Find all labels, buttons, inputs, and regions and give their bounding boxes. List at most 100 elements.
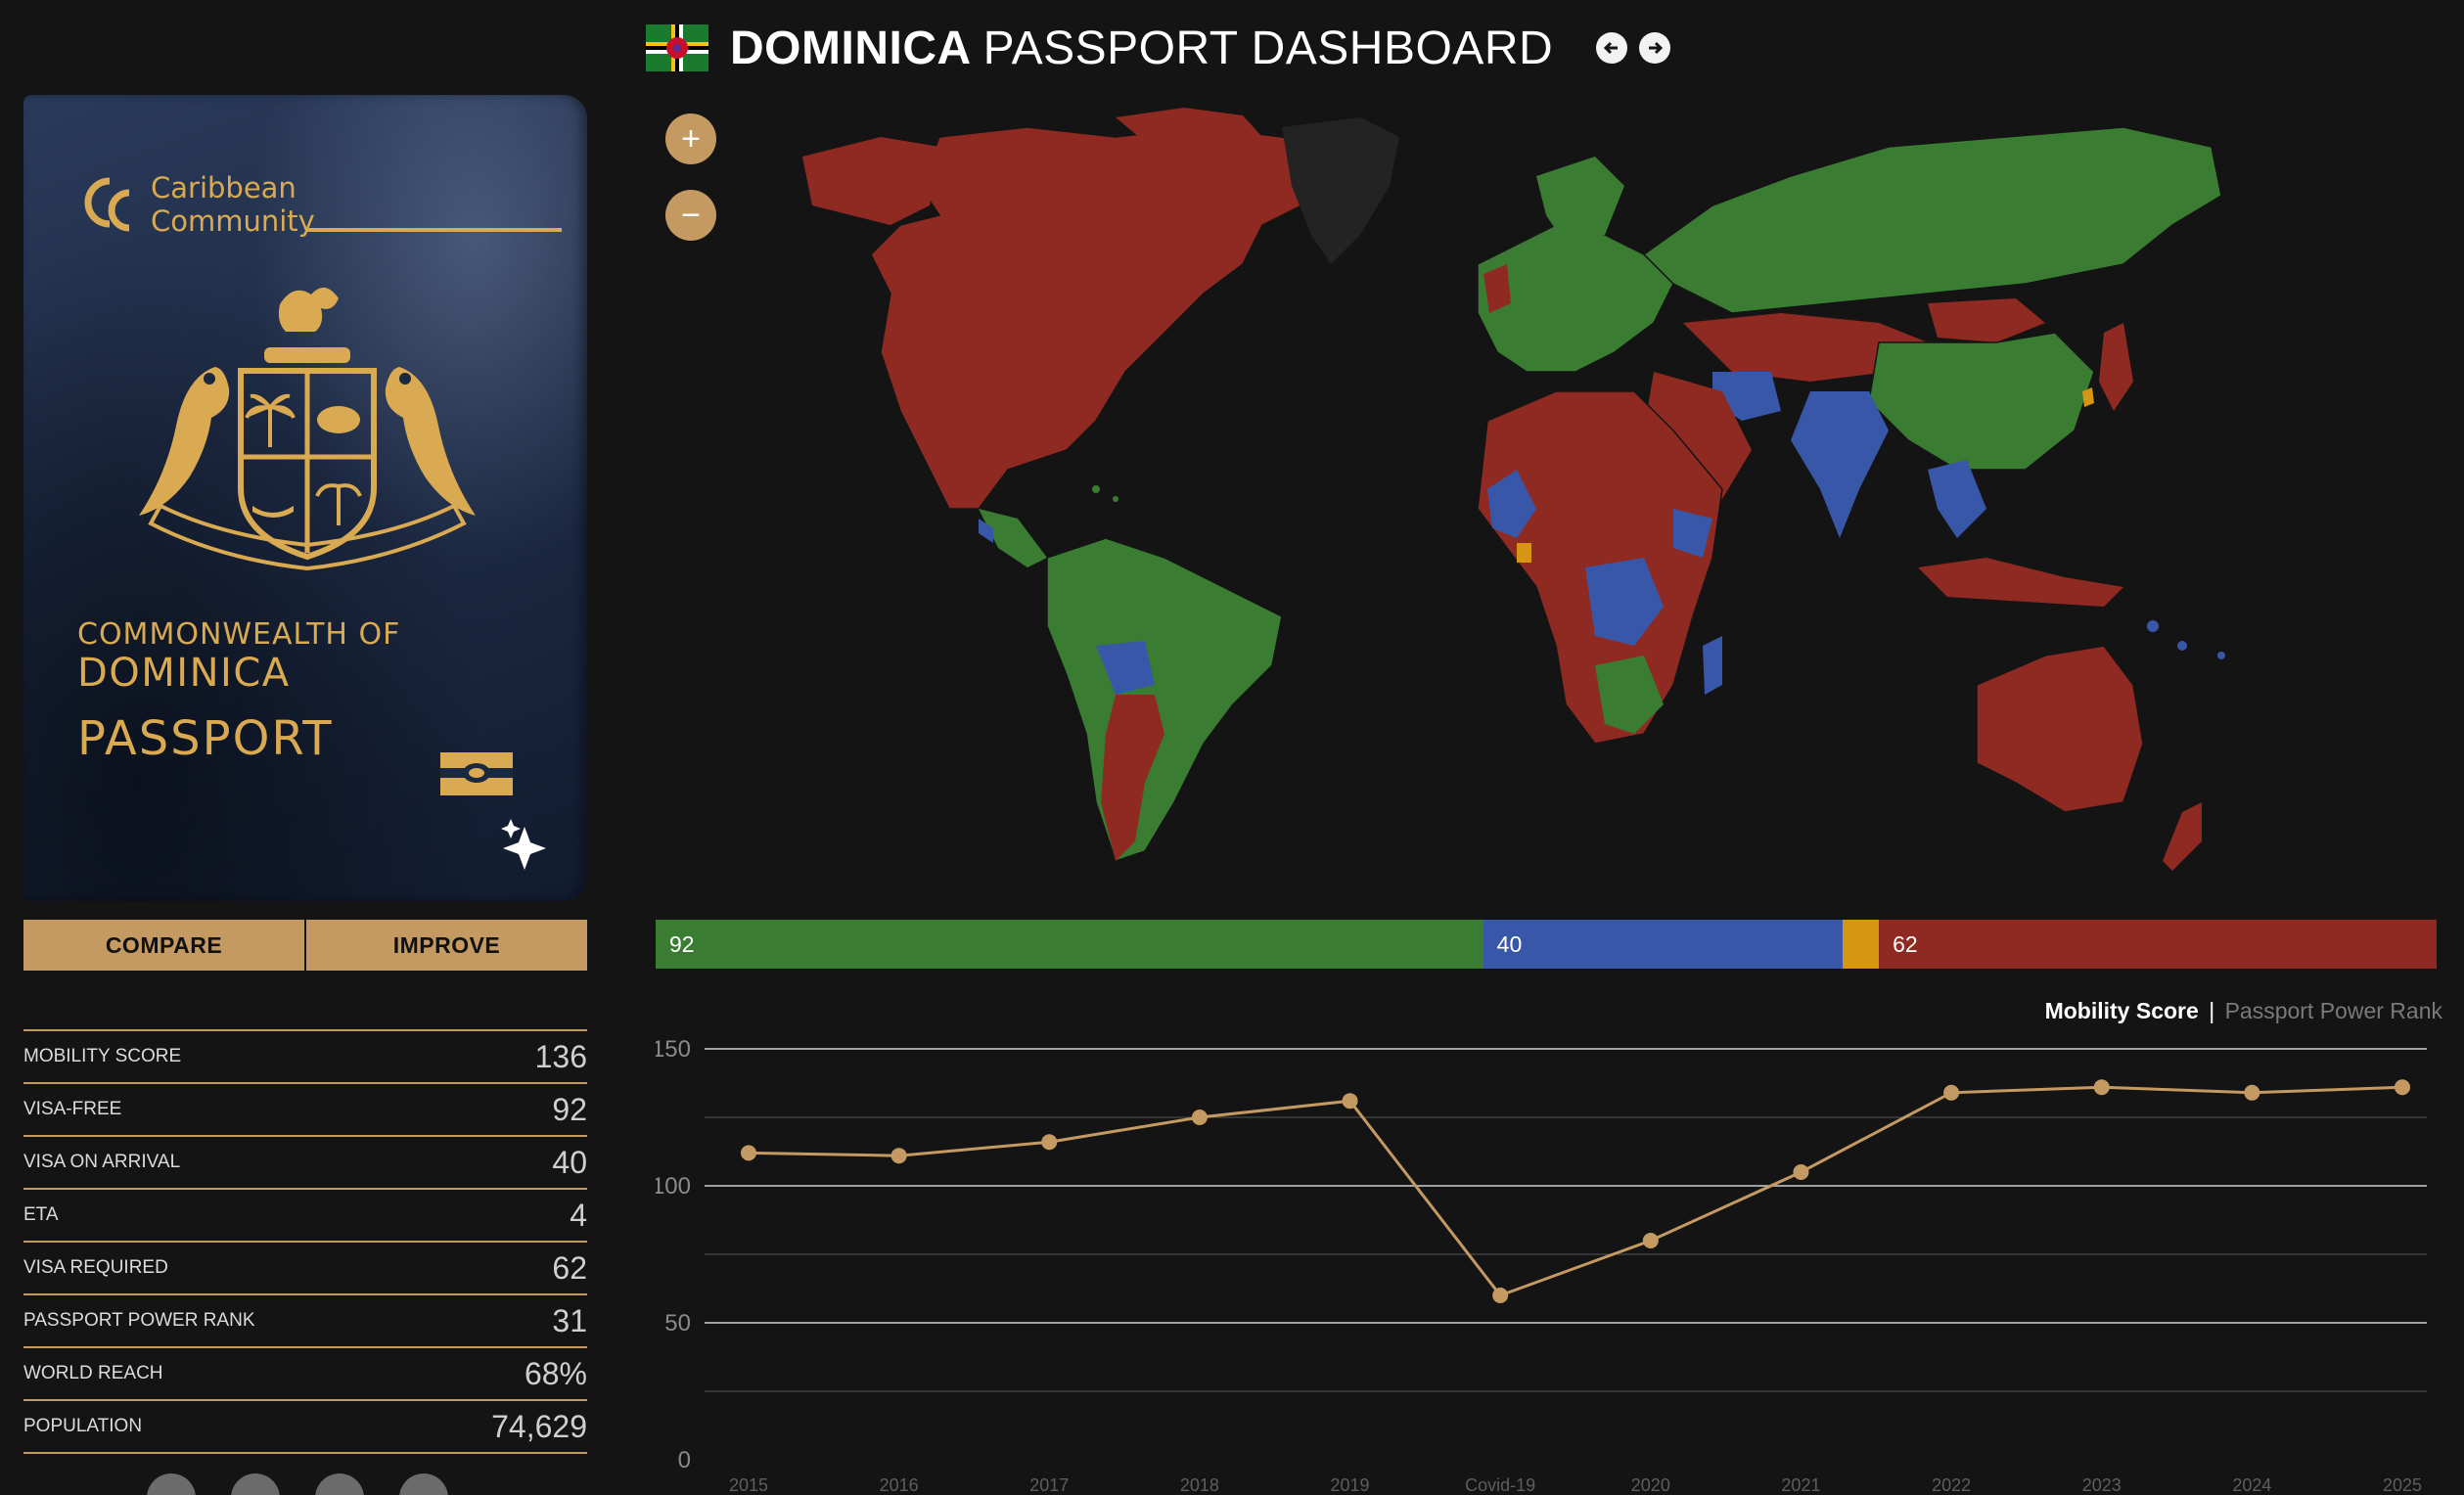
map-region-ghana[interactable] xyxy=(1517,543,1531,563)
data-point[interactable] xyxy=(1793,1164,1809,1180)
map-region-china[interactable] xyxy=(1868,332,2095,471)
passport-document-text: PASSPORT xyxy=(77,711,334,766)
stat-row: MOBILITY SCORE 136 xyxy=(23,1031,587,1084)
minus-icon: − xyxy=(681,196,701,234)
sparkle-icon xyxy=(501,819,546,870)
data-point[interactable] xyxy=(2395,1079,2410,1096)
arrow-right-icon xyxy=(1649,41,1664,55)
arrow-left-icon xyxy=(1604,41,1619,55)
map-region-new-zealand[interactable] xyxy=(2163,802,2202,871)
share-icon[interactable] xyxy=(399,1473,448,1495)
bar-segment-visa-free[interactable]: 92 xyxy=(656,920,1483,969)
social-links xyxy=(147,1473,448,1495)
map-region-greenland[interactable] xyxy=(1282,117,1399,264)
map-region-north-america[interactable] xyxy=(870,126,1343,510)
map-region-mongolia[interactable] xyxy=(1928,298,2045,342)
x-tick-label: 2019 xyxy=(1331,1475,1370,1495)
map-region-alaska[interactable] xyxy=(802,137,939,225)
data-point[interactable] xyxy=(741,1145,756,1161)
coat-of-arms-emblem xyxy=(139,287,476,571)
x-tick-label: 2024 xyxy=(2232,1475,2271,1495)
tab-mobility-score[interactable]: Mobility Score xyxy=(2045,998,2199,1023)
stat-label: PASSPORT POWER RANK xyxy=(23,1310,255,1331)
data-point[interactable] xyxy=(1041,1134,1058,1151)
page-title-country: DOMINICA xyxy=(730,22,972,74)
x-tick-label: 2015 xyxy=(729,1475,768,1495)
stat-value: 136 xyxy=(534,1038,587,1074)
map-region-madagascar[interactable] xyxy=(1703,636,1722,695)
zoom-out-button[interactable]: − xyxy=(665,190,716,241)
stat-label: POPULATION xyxy=(23,1416,143,1436)
x-tick-label: Covid-19 xyxy=(1465,1475,1535,1495)
world-map[interactable] xyxy=(656,98,2464,881)
map-region-caribbean-b[interactable] xyxy=(1113,496,1118,502)
y-tick-label: 50 xyxy=(664,1310,691,1336)
map-region-russia[interactable] xyxy=(1642,126,2222,314)
page-header: DOMINICA PASSPORT DASHBOARD xyxy=(646,16,1671,80)
passport-commonwealth-text: COMMONWEALTH OF xyxy=(77,617,401,652)
bar-segment-visa-required[interactable]: 62 xyxy=(1879,920,2437,969)
map-region-pacific-islands[interactable] xyxy=(2147,620,2159,632)
stat-row: VISA REQUIRED 62 xyxy=(23,1243,587,1295)
tab-passport-power-rank[interactable]: Passport Power Rank xyxy=(2225,998,2442,1023)
bar-segment-visa-on-arrival[interactable]: 40 xyxy=(1483,920,1844,969)
x-tick-label: 2022 xyxy=(1932,1475,1971,1495)
map-region-pacific-islands-c[interactable] xyxy=(2217,652,2225,659)
action-bar: COMPARE IMPROVE xyxy=(23,920,587,971)
stat-row: POPULATION 74,629 xyxy=(23,1401,587,1454)
map-region-caribbean[interactable] xyxy=(1092,485,1100,493)
stat-label: ETA xyxy=(23,1204,59,1225)
caricom-line-1: Caribbean xyxy=(151,171,297,204)
page-title: PASSPORT DASHBOARD xyxy=(982,22,1554,74)
plus-icon: + xyxy=(681,119,701,158)
x-tick-label: 2023 xyxy=(2082,1475,2122,1495)
biometric-chip-icon xyxy=(440,752,513,795)
stat-row: ETA 4 xyxy=(23,1190,587,1243)
data-point[interactable] xyxy=(1642,1233,1659,1248)
dominica-flag-icon xyxy=(646,24,708,71)
stat-value: 40 xyxy=(552,1144,587,1180)
data-point[interactable] xyxy=(1191,1110,1208,1125)
stat-value: 92 xyxy=(552,1091,587,1127)
map-region-japan[interactable] xyxy=(2099,323,2133,411)
previous-country-button[interactable] xyxy=(1596,32,1628,64)
caricom-rule xyxy=(307,228,562,232)
data-point[interactable] xyxy=(1943,1084,1960,1101)
compare-button[interactable]: COMPARE xyxy=(23,920,304,971)
stat-value: 74,629 xyxy=(491,1408,587,1444)
passport-cover-image: Caribbean Community COMMONWEALTH OF DOMI… xyxy=(23,95,587,901)
twitter-icon[interactable] xyxy=(147,1473,196,1495)
data-point[interactable] xyxy=(2093,1079,2110,1096)
stat-label: MOBILITY SCORE xyxy=(23,1046,182,1066)
zoom-in-button[interactable]: + xyxy=(665,113,716,164)
map-region-india[interactable] xyxy=(1791,391,1889,538)
x-tick-label: 2018 xyxy=(1180,1475,1219,1495)
improve-button[interactable]: IMPROVE xyxy=(304,920,587,971)
map-region-southeast-asia[interactable] xyxy=(1928,460,1986,538)
caricom-logo xyxy=(84,177,130,232)
map-region-australia[interactable] xyxy=(1976,645,2144,813)
next-country-button[interactable] xyxy=(1639,32,1671,64)
x-tick-label: 2020 xyxy=(1631,1475,1670,1495)
stat-row: VISA ON ARRIVAL 40 xyxy=(23,1137,587,1190)
x-tick-label: 2016 xyxy=(880,1475,919,1495)
data-point[interactable] xyxy=(1342,1093,1358,1110)
data-point[interactable] xyxy=(890,1148,907,1164)
data-point[interactable] xyxy=(1492,1288,1509,1303)
stat-row: VISA-FREE 92 xyxy=(23,1084,587,1137)
stat-row: PASSPORT POWER RANK 31 xyxy=(23,1295,587,1348)
map-region-south-america[interactable] xyxy=(1046,537,1283,862)
tab-separator: | xyxy=(2209,998,2215,1023)
data-point[interactable] xyxy=(2244,1084,2260,1101)
x-tick-label: 2021 xyxy=(1781,1475,1820,1495)
stats-table: MOBILITY SCORE 136 VISA-FREE 92 VISA ON ARRI… xyxy=(23,1029,587,1454)
stat-label: VISA-FREE xyxy=(23,1099,122,1119)
y-tick-label: 150 xyxy=(656,1036,691,1063)
map-region-indonesia[interactable] xyxy=(1918,558,2123,607)
linkedin-icon[interactable] xyxy=(315,1473,364,1495)
caricom-label: Caribbean Community xyxy=(151,171,315,238)
bar-segment-eta[interactable] xyxy=(1843,920,1880,969)
stat-value: 68% xyxy=(524,1355,587,1391)
map-region-pacific-islands-b[interactable] xyxy=(2177,641,2187,651)
facebook-icon[interactable] xyxy=(231,1473,280,1495)
